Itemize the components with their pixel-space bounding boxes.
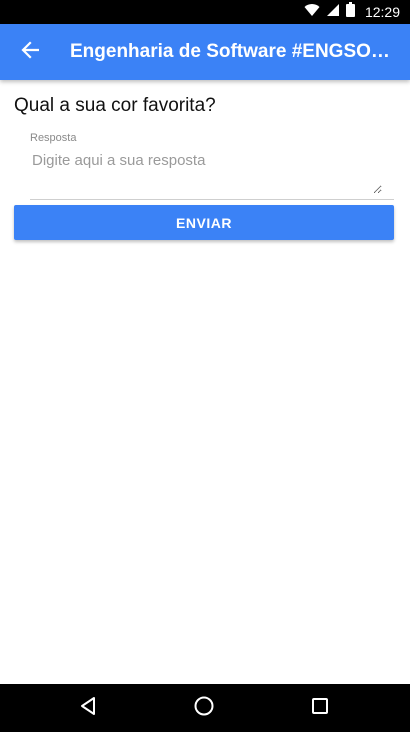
home-circle-icon — [193, 695, 215, 722]
answer-input[interactable] — [30, 150, 382, 194]
answer-field-label: Resposta — [30, 132, 77, 144]
status-bar: 12:29 — [0, 0, 410, 24]
recents-square-icon — [311, 697, 329, 720]
nav-home-button[interactable] — [190, 694, 218, 722]
status-time: 12:29 — [364, 4, 400, 20]
back-button[interactable] — [16, 38, 44, 66]
submit-button[interactable]: ENVIAR — [14, 205, 394, 240]
status-icons: 12:29 — [304, 0, 400, 24]
question-text: Qual a sua cor favorita? — [14, 95, 216, 116]
wifi-icon — [304, 3, 320, 22]
battery-icon — [345, 2, 355, 22]
back-triangle-icon — [79, 696, 97, 721]
signal-icon — [326, 3, 340, 22]
input-underline — [30, 199, 394, 200]
arrow-left-icon — [21, 40, 40, 64]
app-bar: Engenharia de Software #ENGSOF... — [0, 24, 410, 80]
nav-back-button[interactable] — [74, 694, 102, 722]
app-title: Engenharia de Software #ENGSOF... — [70, 41, 396, 62]
nav-recents-button[interactable] — [306, 694, 334, 722]
system-nav-bar — [0, 684, 410, 732]
